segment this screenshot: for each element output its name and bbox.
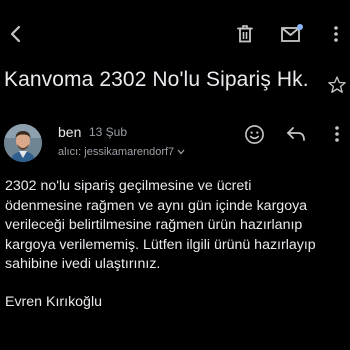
email-date: 13 Şub <box>89 125 128 139</box>
sender-name: ben <box>58 124 82 140</box>
sender-avatar[interactable] <box>4 124 42 162</box>
chevron-down-icon <box>177 146 185 158</box>
back-button[interactable] <box>0 14 32 54</box>
reply-button[interactable] <box>284 122 308 146</box>
more-options-button[interactable] <box>320 14 350 54</box>
more-vert-icon <box>334 26 338 42</box>
recipient-toggle[interactable]: alıcı: jessikamarendorf7 <box>58 146 185 158</box>
body-line: kargoya verilememiş. Lütfen ilgili ürünü… <box>5 236 316 253</box>
trash-icon <box>237 25 253 43</box>
sender-row: ben 13 Şub alıcı: jessikamarendorf7 <box>0 118 350 168</box>
email-signature: Evren Kırıkoğlu <box>5 294 102 310</box>
delete-button[interactable] <box>229 14 261 54</box>
recipient-text: alıcı: jessikamarendorf7 <box>58 146 175 158</box>
add-reaction-button[interactable] <box>242 122 266 146</box>
star-icon <box>328 76 346 93</box>
body-line: verileceği belirtilmesine rağmen ürün ha… <box>5 217 303 233</box>
back-arrow-icon <box>10 25 21 43</box>
email-view-screen: Kanvoma 2302 No'lu Sipariş Hk. ben 13 Şu… <box>0 0 350 350</box>
body-line: 2302 no'lu sipariş geçilmesine ve ücreti <box>5 178 252 194</box>
emoji-icon <box>244 124 264 144</box>
body-line: sahibine ivedi ulaştırınız. <box>5 256 161 272</box>
email-subject: Kanvoma 2302 No'lu Sipariş Hk. <box>4 68 309 91</box>
more-vert-icon <box>335 126 339 142</box>
unread-badge <box>297 24 303 30</box>
top-toolbar <box>0 14 350 54</box>
mark-unread-button[interactable] <box>275 14 307 54</box>
reply-icon <box>287 127 305 141</box>
email-body: 2302 no'lu sipariş geçilmesine ve ücreti… <box>5 177 345 275</box>
body-line: ödenmesine rağmen ve aynı gün içinde kar… <box>5 197 308 214</box>
avatar-photo <box>4 124 42 162</box>
star-button[interactable] <box>326 74 348 96</box>
subject-row: Kanvoma 2302 No'lu Sipariş Hk. <box>0 64 350 100</box>
message-more-options-button[interactable] <box>326 122 348 146</box>
